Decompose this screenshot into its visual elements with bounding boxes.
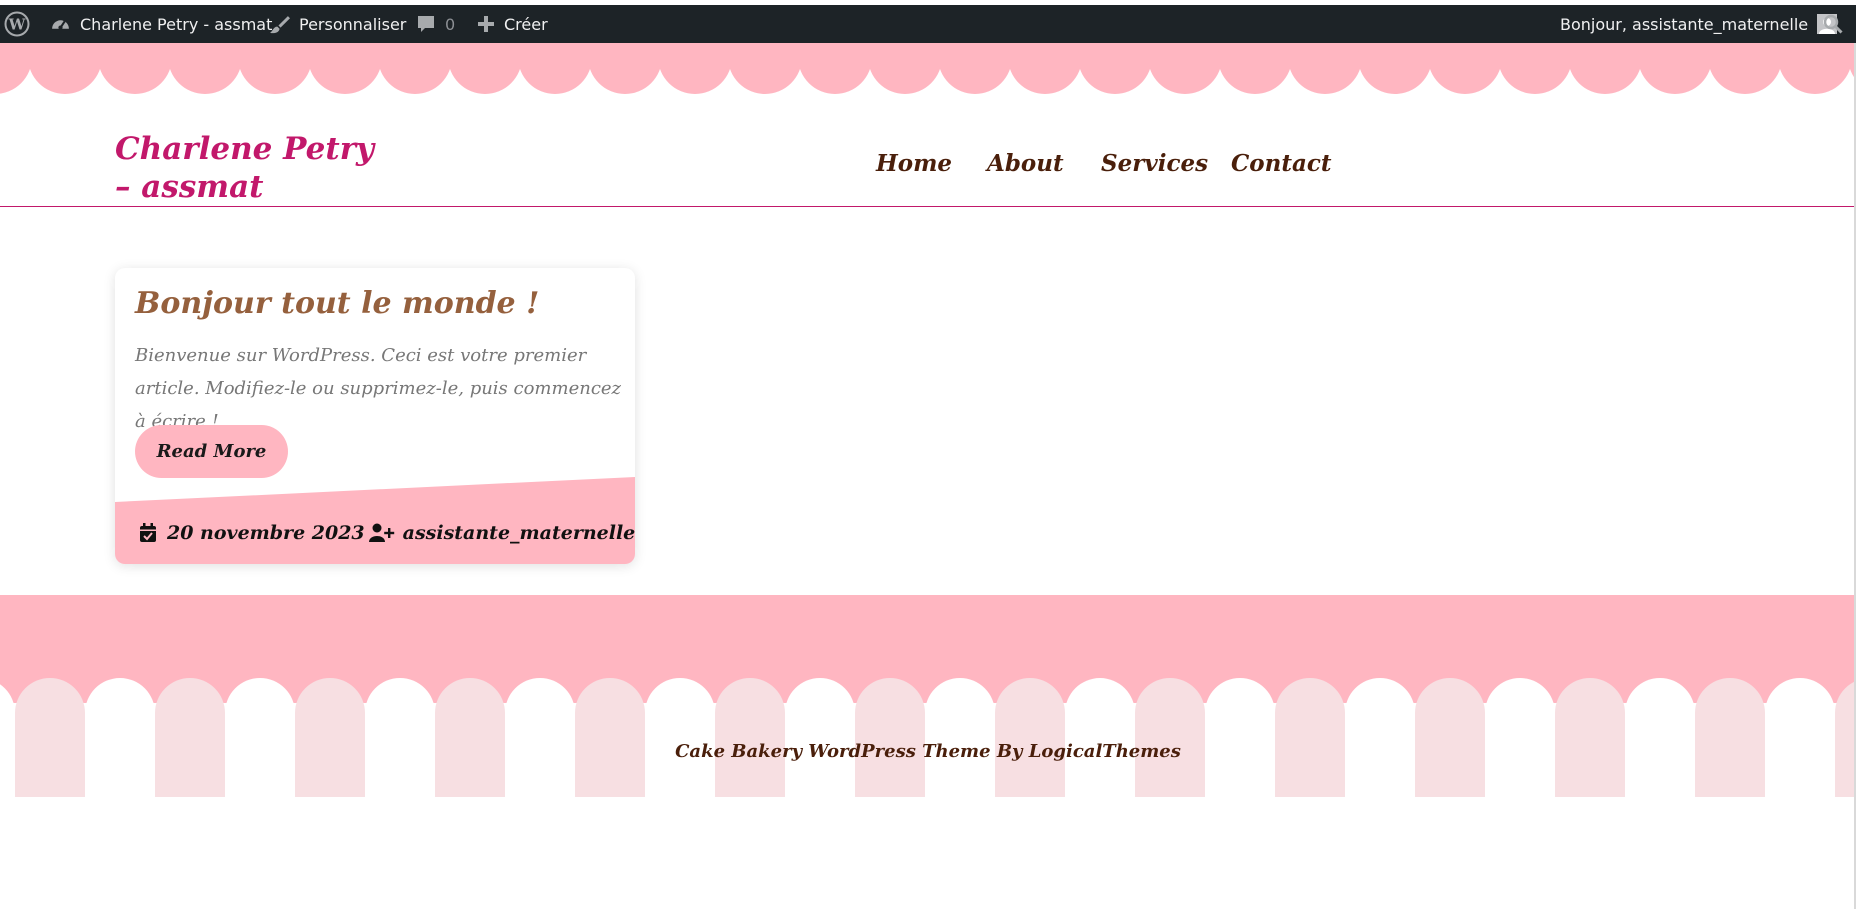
customize-label: Personnaliser: [299, 14, 407, 34]
new-label: Créer: [504, 14, 548, 34]
calendar-check-icon: [139, 523, 157, 543]
admin-bar-search[interactable]: [1823, 5, 1843, 43]
read-more-button[interactable]: Read More: [135, 425, 288, 478]
plus-icon: [477, 15, 495, 33]
header-divider: [0, 206, 1856, 207]
post-meta: 20 novembre 2023 assistante_maternelle: [139, 518, 635, 548]
user-plus-icon: [368, 523, 395, 543]
post-date[interactable]: 20 novembre 2023: [167, 522, 365, 544]
greeting-label: Bonjour, assistante_maternelle: [1560, 14, 1809, 34]
site-title[interactable]: Charlene Petry – assmat: [115, 130, 375, 206]
admin-bar-my-account[interactable]: Bonjour, assistante_maternelle: [1560, 5, 1838, 43]
admin-bar-new[interactable]: Créer: [477, 5, 548, 43]
svg-text:W: W: [8, 16, 27, 34]
admin-bar-site-name[interactable]: Charlene Petry - assmat: [50, 5, 272, 43]
dashboard-icon: [50, 14, 71, 35]
admin-bar: W Charlene Petry - assmat Personnaliser: [0, 5, 1856, 43]
admin-bar-customize[interactable]: Personnaliser: [269, 5, 406, 43]
paintbrush-icon: [269, 14, 290, 35]
comment-bubble-icon: [416, 14, 436, 34]
post-author[interactable]: assistante_maternelle: [403, 522, 635, 544]
footer-decoration: [0, 595, 1856, 797]
post-card: Bonjour tout le monde ! Bienvenue sur Wo…: [115, 268, 635, 564]
nav-item-about[interactable]: About: [987, 150, 1064, 177]
search-icon: [1823, 14, 1843, 34]
nav-item-services[interactable]: Services: [1101, 150, 1208, 177]
scallop-header-decoration: [0, 43, 1856, 94]
comments-count: 0: [445, 14, 456, 34]
nav-item-home[interactable]: Home: [876, 150, 952, 177]
post-title[interactable]: Bonjour tout le monde !: [135, 286, 539, 321]
nav-item-contact[interactable]: Contact: [1231, 150, 1332, 177]
footer-credit[interactable]: Cake Bakery WordPress Theme By LogicalTh…: [0, 741, 1856, 762]
site-name-label: Charlene Petry - assmat: [80, 14, 273, 34]
wordpress-logo-icon: W: [4, 11, 30, 37]
post-excerpt: Bienvenue sur WordPress. Ceci est votre …: [135, 345, 622, 432]
wp-logo-menu[interactable]: W: [4, 5, 30, 43]
admin-bar-comments[interactable]: 0: [416, 5, 455, 43]
